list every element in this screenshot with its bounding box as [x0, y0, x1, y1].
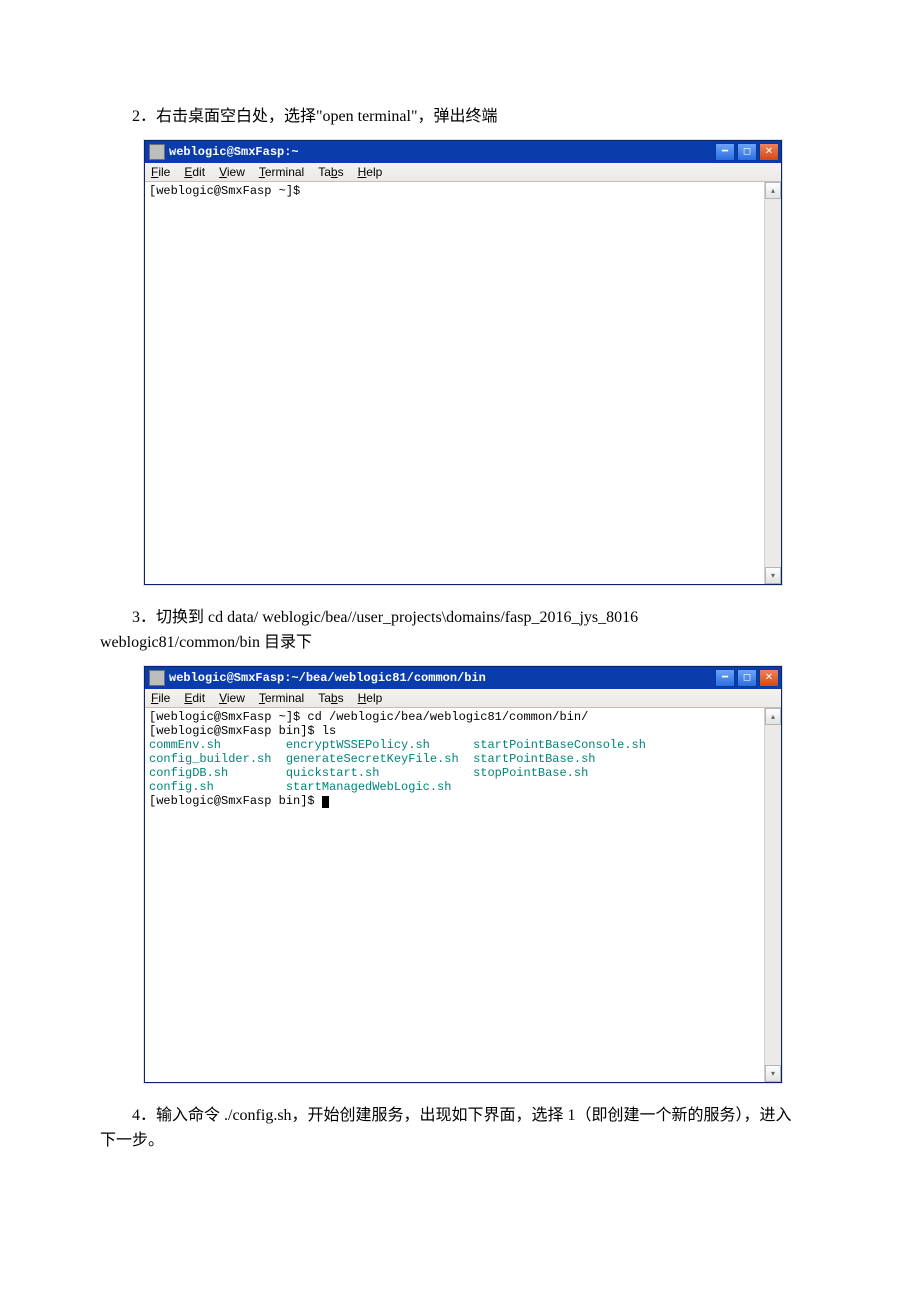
cursor: [322, 796, 329, 808]
maximize-button[interactable]: ◻: [737, 143, 757, 161]
scroll-up-button[interactable]: ▴: [765, 182, 781, 199]
menu-edit[interactable]: Edit: [184, 691, 205, 705]
menu-terminal[interactable]: Terminal: [259, 165, 304, 179]
terminal-window-1: weblogic@SmxFasp:~ ━ ◻ ✕ File Edit View …: [144, 140, 782, 585]
menu-tabs[interactable]: Tabs: [318, 691, 343, 705]
scroll-down-button[interactable]: ▾: [765, 1065, 781, 1082]
step3-text-a: 3．切换到 cd data/ weblogic/bea//user_projec…: [100, 605, 800, 631]
scrollbar[interactable]: ▴ ▾: [764, 182, 781, 584]
menu-view[interactable]: View: [219, 691, 245, 705]
step3-text-b: weblogic81/common/bin 目录下: [100, 630, 800, 656]
terminal-icon: [149, 144, 165, 160]
menu-file[interactable]: File: [151, 165, 170, 179]
terminal-window-2: weblogic@SmxFasp:~/bea/weblogic81/common…: [144, 666, 782, 1083]
terminal-icon: [149, 670, 165, 686]
scroll-down-button[interactable]: ▾: [765, 567, 781, 584]
terminal-content[interactable]: [weblogic@SmxFasp ~]$ cd /weblogic/bea/w…: [145, 708, 764, 1082]
step2-text: 2．右击桌面空白处，选择"open terminal"，弹出终端: [100, 104, 800, 130]
close-button[interactable]: ✕: [759, 669, 779, 687]
minimize-button[interactable]: ━: [715, 143, 735, 161]
menu-help[interactable]: Help: [358, 691, 383, 705]
scrollbar[interactable]: ▴ ▾: [764, 708, 781, 1082]
menubar: File Edit View Terminal Tabs Help: [145, 689, 781, 708]
titlebar: weblogic@SmxFasp:~ ━ ◻ ✕: [145, 141, 781, 163]
menu-help[interactable]: Help: [358, 165, 383, 179]
menubar: File Edit View Terminal Tabs Help: [145, 163, 781, 182]
close-button[interactable]: ✕: [759, 143, 779, 161]
menu-terminal[interactable]: Terminal: [259, 691, 304, 705]
terminal-content[interactable]: [weblogic@SmxFasp ~]$: [145, 182, 764, 584]
window-title: weblogic@SmxFasp:~/bea/weblogic81/common…: [169, 671, 486, 685]
menu-edit[interactable]: Edit: [184, 165, 205, 179]
step4-text: 4．输入命令 ./config.sh，开始创建服务，出现如下界面，选择 1（即创…: [100, 1103, 800, 1154]
menu-view[interactable]: View: [219, 165, 245, 179]
maximize-button[interactable]: ◻: [737, 669, 757, 687]
scroll-up-button[interactable]: ▴: [765, 708, 781, 725]
titlebar: weblogic@SmxFasp:~/bea/weblogic81/common…: [145, 667, 781, 689]
minimize-button[interactable]: ━: [715, 669, 735, 687]
menu-file[interactable]: File: [151, 691, 170, 705]
menu-tabs[interactable]: Tabs: [318, 165, 343, 179]
window-title: weblogic@SmxFasp:~: [169, 145, 299, 159]
